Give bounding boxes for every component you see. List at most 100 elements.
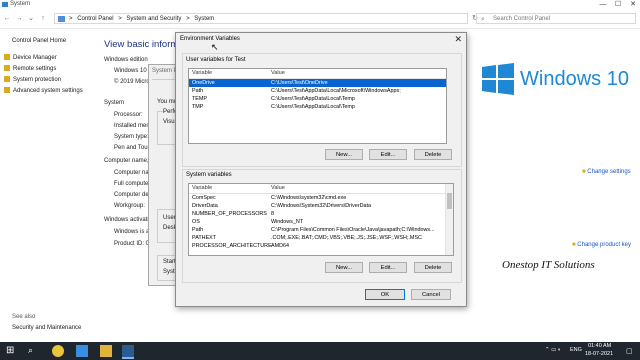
clock-date[interactable]: 18-07-2021 [585,351,613,357]
vertical-scrollbar[interactable] [445,184,453,255]
recent-chevron-icon[interactable]: ⌄ [26,14,36,24]
search-icon[interactable]: ⌕ [28,345,40,357]
breadcrumb[interactable]: > Control Panel > System and Security > … [54,13,468,24]
search-icon: ⌕ [481,16,485,23]
breadcrumb-system-security[interactable]: System and Security [126,16,181,22]
var-name: TMP [192,104,204,110]
windows10-logo: Windows 10 [476,62,629,98]
var-name: TEMP [192,96,207,102]
maximize-button[interactable]: ☐ [611,0,625,10]
user-variables-list[interactable]: Variable Value OneDrive C:\Users\Test\On… [188,68,447,144]
memory-label: Installed mem [114,123,152,129]
breadcrumb-separator: > [118,16,122,22]
taskbar: ⊞ ⌕ ⌃ ▭ ◐ ENG 01:40 AM 18-07-2021 ▢ [0,342,640,360]
forward-arrow-icon[interactable]: → [14,14,24,24]
computer-description-label: Computer des [114,192,152,198]
list-item[interactable]: PATHEXT .COM;.EXE;.BAT;.CMD;.VBS;.VBE;.JS… [189,234,453,242]
var-name: PATHEXT [192,235,217,241]
var-value: .COM;.EXE;.BAT;.CMD;.VBS;.VBE;.JS;.JSE;.… [271,235,422,241]
cancel-button[interactable]: Cancel [411,289,451,300]
list-item[interactable]: Path C:\Users\Test\AppData\Local\Microso… [189,87,446,95]
column-value[interactable]: Value [271,184,285,193]
var-value: AMD64 [271,243,289,249]
user-variables-heading: User variables for Test [186,57,246,63]
tray-icons[interactable]: ⌃ ▭ ◐ [545,347,561,353]
column-variable[interactable]: Variable [192,69,212,78]
ok-button[interactable]: OK [365,289,405,300]
column-variable[interactable]: Variable [192,184,212,193]
control-panel-taskbar-icon[interactable] [122,345,134,359]
advanced-system-settings-link[interactable]: Advanced system settings [4,87,83,94]
dialog-title: Environment Variables [180,36,240,42]
full-computer-name-label: Full compute [114,181,149,187]
breadcrumb-system[interactable]: System [194,16,214,22]
var-name: ComSpec [192,195,216,201]
up-arrow-icon[interactable]: ↑ [38,14,48,24]
list-item[interactable]: PROCESSOR_ARCHITECTURE AMD64 [189,242,453,250]
control-panel-home-link[interactable]: Control Panel Home [12,38,66,44]
change-product-key-link[interactable]: ■ Change product key [572,242,631,248]
list-item[interactable]: DriverData C:\Windows\System32\Drivers\Dr… [189,202,453,210]
var-name: OneDrive [192,80,215,86]
var-value: C:\Windows\System32\Drivers\DriverData [271,203,372,209]
dialog-close-icon[interactable]: ✕ [454,34,462,45]
device-manager-label: Device Manager [13,55,57,61]
change-settings-link[interactable]: ■ Change settings [582,169,631,175]
list-item[interactable]: ComSpec C:\Windows\system32\cmd.exe [189,194,453,202]
var-name: DriverData [192,203,218,209]
list-item[interactable]: OS Windows_NT [189,218,453,226]
start-icon[interactable]: ⊞ [6,345,18,357]
file-explorer-icon[interactable] [100,345,112,357]
search-placeholder: Search Control Panel [493,16,551,22]
chrome-icon[interactable] [52,345,64,357]
list-item[interactable]: OneDrive C:\Users\Test\OneDrive [189,79,446,87]
minimize-button[interactable]: — [596,0,610,10]
user-new-button[interactable]: New... [325,149,363,160]
var-name: Path [192,227,204,233]
mouse-cursor-icon: ↖ [211,42,219,52]
security-maintenance-link[interactable]: Security and Maintenance [12,325,81,331]
shield-icon: ■ [572,242,576,248]
language-indicator[interactable]: ENG [570,347,582,353]
edge-icon[interactable] [76,345,88,357]
user-delete-button[interactable]: Delete [414,149,452,160]
var-value: C:\Users\Test\AppData\Local\Microsoft\Wi… [271,88,401,94]
close-button[interactable]: ✕ [626,0,640,10]
shield-icon [4,87,10,93]
system-protection-link[interactable]: System protection [4,76,61,83]
computer-name-heading: Computer name, d [104,158,154,164]
column-value[interactable]: Value [271,69,285,78]
var-value: C:\Users\Test\AppData\Local\Temp [271,96,355,102]
scrollbar-thumb[interactable] [447,193,452,209]
workgroup-label: Workgroup: [114,203,145,209]
system-icon [2,2,8,7]
system-new-button[interactable]: New... [325,262,363,273]
system-delete-button[interactable]: Delete [414,262,452,273]
list-header: Variable Value [189,184,453,194]
list-header: Variable Value [189,69,446,79]
list-item[interactable]: Path C:\Program Files\Common Files\Oracle… [189,226,453,234]
back-arrow-icon[interactable]: ← [2,14,12,24]
search-input[interactable]: ⌕ Search Control Panel [476,13,636,24]
windows10-text: Windows 10 [520,68,629,90]
advanced-system-settings-label: Advanced system settings [13,88,83,94]
breadcrumb-separator: > [69,16,73,22]
product-id-label: Product ID: 00 [114,241,153,247]
list-item[interactable]: TEMP C:\Users\Test\AppData\Local\Temp [189,95,446,103]
remote-settings-link[interactable]: Remote settings [4,65,56,72]
activation-status: Windows is ac [114,229,153,235]
var-name: NUMBER_OF_PROCESSORS [192,211,267,217]
notification-icon[interactable]: ▢ [626,347,633,355]
device-manager-link[interactable]: Device Manager [4,54,57,61]
user-edit-button[interactable]: Edit... [369,149,407,160]
system-variables-list[interactable]: Variable Value ComSpec C:\Windows\system3… [188,183,454,256]
list-item[interactable]: NUMBER_OF_PROCESSORS 8 [189,210,453,218]
shield-icon: ■ [582,169,586,175]
clock-time[interactable]: 01:40 AM [588,343,611,349]
system-protection-label: System protection [13,77,62,83]
breadcrumb-control-panel[interactable]: Control Panel [77,16,113,22]
change-settings-label: Change settings [587,169,631,175]
list-item[interactable]: TMP C:\Users\Test\AppData\Local\Temp [189,103,446,111]
var-value: C:\Program Files\Common Files\Oracle\Jav… [271,227,435,233]
system-edit-button[interactable]: Edit... [369,262,407,273]
